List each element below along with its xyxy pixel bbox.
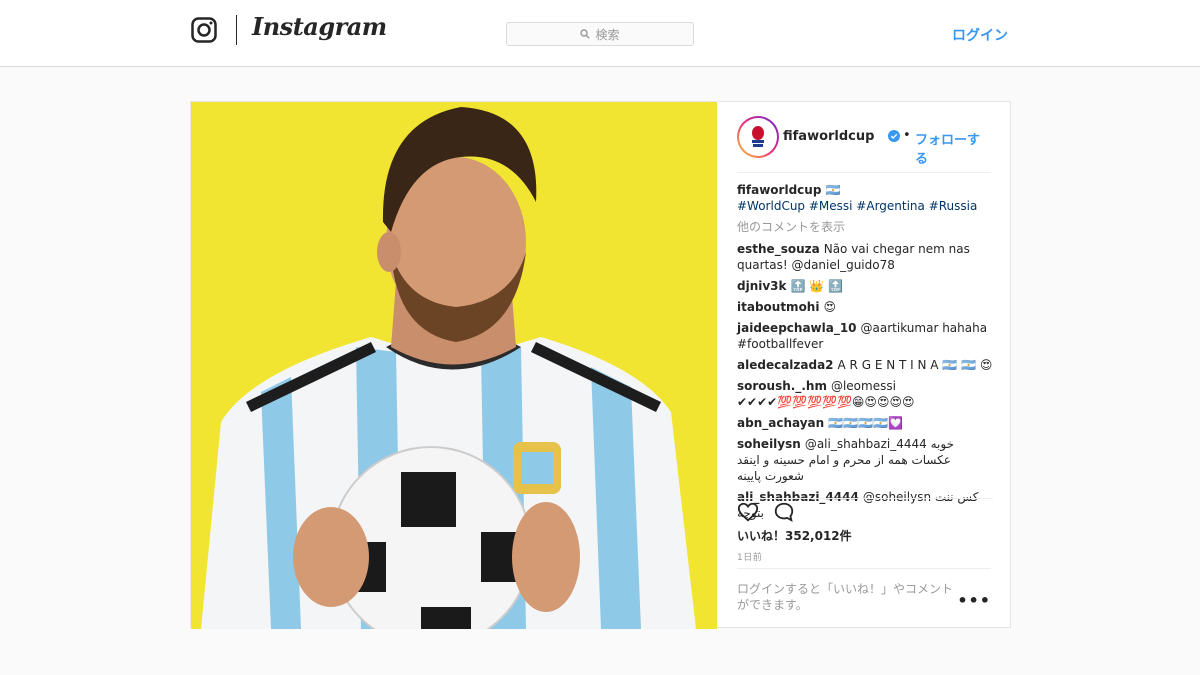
post-username[interactable]: fifaworldcup <box>783 129 874 144</box>
list-item: esthe_souza Não vai chegar nem nas quarta… <box>737 241 993 273</box>
likes-count[interactable]: いいね！352,012件 <box>737 527 852 544</box>
post-photo[interactable] <box>191 102 717 629</box>
comment-username[interactable]: djniv3k <box>737 279 787 293</box>
list-item: aledecalzada2 A R G E N T I N A 🇦🇷 🇦🇷 😍 <box>737 357 993 373</box>
show-more-comments-button[interactable]: 他のコメントを表示 <box>737 219 993 235</box>
post-footer: ログインすると「いいね！」やコメントができます。 ••• <box>737 568 991 630</box>
list-item: abn_achayan 🇦🇷🇦🇷🇦🇷🇦🇷💟 <box>737 415 993 431</box>
post-timestamp: 1日前 <box>737 553 763 563</box>
top-navigation-bar: Instagram 検索 ログイン <box>0 0 1200 67</box>
login-prompt[interactable]: ログインすると「いいね！」やコメントができます。 <box>737 581 962 613</box>
player-illustration <box>201 107 696 629</box>
comment-text: 🔝 👑 🔝 <box>790 279 843 293</box>
comment-text: 🇦🇷🇦🇷🇦🇷🇦🇷💟 <box>828 416 903 430</box>
post-header: fifaworldcup • フォローする <box>737 116 991 173</box>
caption-text: #WorldCup #Messi #Argentina #Russia <box>737 199 978 213</box>
list-item: djniv3k 🔝 👑 🔝 <box>737 278 993 294</box>
more-options-icon[interactable]: ••• <box>957 591 991 610</box>
list-item: soroush._.hm @leomessi ✔✔✔✔💯💯💯💯💯😁😍😍😍😍 <box>737 378 993 410</box>
verified-badge-icon <box>888 130 900 142</box>
comment-username[interactable]: soroush._.hm <box>737 379 827 393</box>
caption: fifaworldcup 🇦🇷 #WorldCup #Messi #Argent… <box>737 182 993 214</box>
comment-username[interactable]: soheilysn <box>737 437 801 451</box>
post-side-panel: fifaworldcup • フォローする fifaworldcup 🇦🇷 #W… <box>717 102 1012 629</box>
instagram-logo-icon[interactable] <box>191 17 217 43</box>
comment-username[interactable]: itaboutmohi <box>737 300 819 314</box>
login-link[interactable]: ログイン <box>952 25 1008 45</box>
search-placeholder: 検索 <box>595 27 620 42</box>
comment-username[interactable]: aledecalzada2 <box>737 358 834 372</box>
caption-username[interactable]: fifaworldcup 🇦🇷 <box>737 182 989 198</box>
follow-button[interactable]: フォローする <box>915 129 991 167</box>
avatar[interactable] <box>737 116 779 158</box>
post-card: fifaworldcup • フォローする fifaworldcup 🇦🇷 #W… <box>190 101 1012 629</box>
list-item: jaideepchawla_10 @aartikumar hahaha #foot… <box>737 320 993 352</box>
comment-username[interactable]: jaideepchawla_10 <box>737 321 857 335</box>
search-input[interactable]: 検索 <box>506 22 694 46</box>
comment-username[interactable]: abn_achayan <box>737 416 824 430</box>
list-item: itaboutmohi 😍 <box>737 299 993 315</box>
search-icon <box>580 29 591 39</box>
comment-username[interactable]: esthe_souza <box>737 242 820 256</box>
list-item: soheilysn @ali_shahbazi_4444 خوبه عکسات ه… <box>737 436 993 484</box>
comment-text: 😍 <box>823 300 836 314</box>
instagram-wordmark[interactable]: Instagram <box>252 12 387 41</box>
separator-dot: • <box>903 128 911 143</box>
post-actions <box>737 498 993 527</box>
comments-list: fifaworldcup 🇦🇷 #WorldCup #Messi #Argent… <box>737 182 993 526</box>
comment-icon[interactable] <box>773 501 795 523</box>
comment-text: A R G E N T I N A 🇦🇷 🇦🇷 😍 <box>837 358 993 372</box>
heart-icon[interactable] <box>737 501 759 523</box>
logo-divider <box>236 15 237 45</box>
world-cup-logo-icon <box>739 118 777 156</box>
